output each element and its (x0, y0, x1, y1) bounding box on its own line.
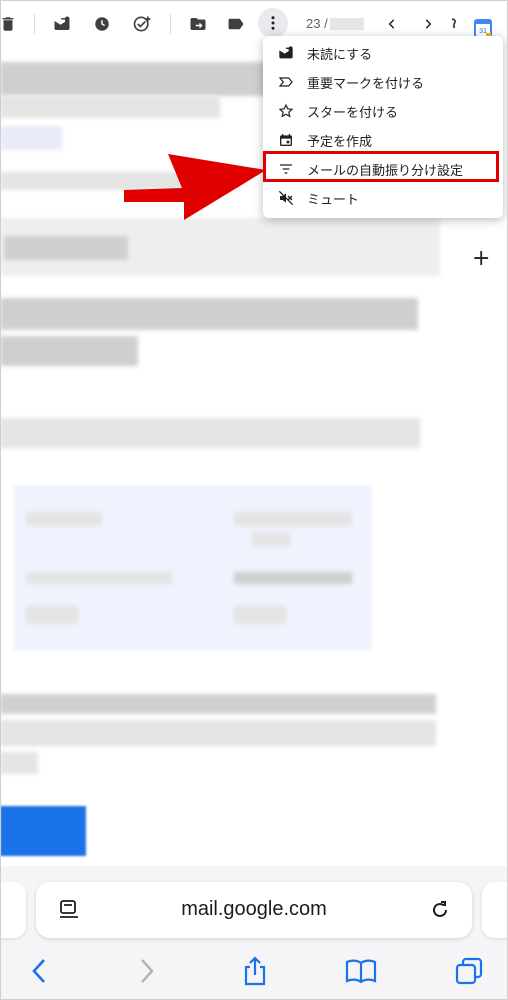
more-vert-button[interactable] (258, 8, 288, 38)
blurred-subject-line2 (0, 96, 220, 118)
more-vert-icon (271, 16, 275, 30)
blurred-card-text (234, 512, 352, 526)
svg-text:31: 31 (479, 28, 487, 35)
keyboard-lang-icon[interactable] (444, 10, 464, 38)
blurred-info-card (14, 485, 372, 650)
menu-item-add-star[interactable]: スターを付ける (263, 96, 503, 125)
blurred-body-text (0, 694, 436, 714)
message-total-redacted (330, 18, 364, 30)
next-tab-preview[interactable] (482, 882, 508, 938)
blurred-heading-line2 (0, 336, 138, 366)
add-button[interactable]: + (472, 248, 490, 270)
delete-icon[interactable] (0, 10, 22, 38)
mark-unread-icon (277, 44, 295, 62)
blurred-card-text (26, 512, 102, 526)
menu-item-label: 重要マークを付ける (307, 77, 425, 92)
star-icon (277, 102, 295, 120)
more-options-menu: 未読にする 重要マークを付ける スターを付ける 予定を作成 メールの自動振り分け… (263, 36, 503, 218)
url-text: mail.google.com (181, 898, 327, 920)
annotation-arrow (124, 154, 266, 220)
menu-item-label: ミュート (307, 193, 360, 208)
menu-item-mark-important[interactable]: 重要マークを付ける (263, 67, 503, 96)
menu-item-mark-unread[interactable]: 未読にする (263, 38, 503, 67)
menu-item-label: スターを付ける (307, 106, 399, 121)
message-counter: 23 / (306, 16, 328, 31)
toolbar-divider (34, 14, 35, 34)
blurred-heading (0, 298, 418, 330)
menu-item-mute[interactable]: ミュート (263, 183, 503, 212)
tabs-icon[interactable] (452, 954, 486, 988)
safari-bottom-bar: mail.google.com (0, 866, 508, 1000)
add-task-icon[interactable] (128, 10, 156, 38)
label-icon[interactable] (222, 10, 250, 38)
blurred-tag (0, 126, 62, 150)
menu-item-label: 未読にする (307, 48, 373, 63)
share-icon[interactable] (238, 954, 272, 988)
toolbar-divider (170, 14, 171, 34)
blurred-card-text (26, 572, 172, 584)
snooze-icon[interactable] (88, 10, 116, 38)
calendar-icon[interactable]: 31 (474, 18, 492, 38)
previous-tab-preview[interactable] (0, 882, 26, 938)
forward-icon[interactable] (130, 954, 164, 988)
mute-icon (277, 189, 295, 207)
blurred-card-text (234, 572, 352, 584)
blurred-card-text (26, 606, 78, 624)
chevron-left-icon[interactable] (378, 10, 406, 38)
blurred-action-button[interactable] (0, 806, 86, 856)
blurred-header-text (4, 236, 128, 260)
blurred-body-text (0, 720, 436, 746)
calendar-event-icon (277, 131, 295, 149)
address-bar[interactable]: mail.google.com (36, 882, 472, 938)
blurred-card-text (252, 532, 290, 546)
reload-icon[interactable] (428, 898, 452, 922)
move-to-icon[interactable] (184, 10, 212, 38)
highlight-box (263, 151, 499, 182)
mark-unread-icon[interactable] (48, 10, 76, 38)
back-icon[interactable] (22, 954, 56, 988)
blurred-paragraph (0, 418, 420, 448)
blurred-subject (0, 62, 300, 96)
bookmarks-icon[interactable] (344, 954, 378, 988)
important-icon (277, 73, 295, 91)
menu-item-create-event[interactable]: 予定を作成 (263, 125, 503, 154)
blurred-card-text (234, 606, 286, 624)
chevron-right-icon[interactable] (414, 10, 442, 38)
blurred-body-text (0, 752, 38, 774)
menu-item-label: 予定を作成 (307, 135, 373, 150)
